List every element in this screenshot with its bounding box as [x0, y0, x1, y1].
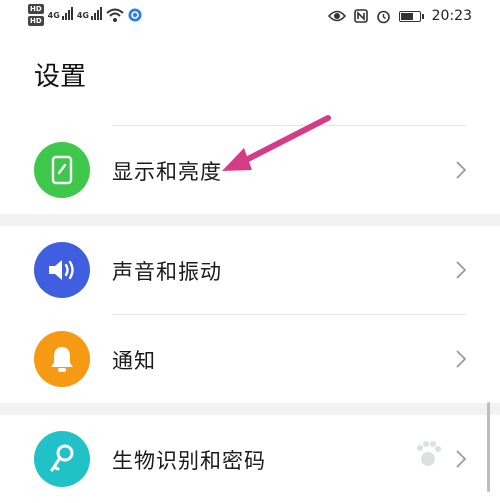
signal-2: 4G	[77, 6, 102, 20]
battery-level	[400, 12, 414, 20]
section-gap	[0, 403, 500, 415]
settings-item-biometrics-icon-circle	[34, 431, 90, 487]
alarm-icon	[376, 10, 390, 23]
network-type-2: 4G	[76, 11, 89, 20]
settings-item-notifications-icon-circle	[34, 331, 90, 387]
settings-item-label: 通知	[112, 349, 156, 373]
nfc-icon	[353, 9, 368, 23]
hd-indicators: HD HD	[28, 4, 44, 26]
chevron-right-icon	[456, 350, 466, 368]
status-right: 20:23	[327, 8, 472, 24]
signal-bars-icon	[61, 6, 73, 20]
page-title: 设置	[34, 62, 87, 92]
wifi-icon	[106, 8, 124, 22]
settings-item-label: 显示和亮度	[112, 160, 222, 184]
phone-brightness-icon	[51, 155, 73, 185]
app-notification-icon	[128, 8, 142, 22]
status-bar: HD HD 4G 4G 20:23	[0, 0, 500, 36]
battery-icon	[398, 10, 424, 22]
status-time: 20:23	[431, 8, 472, 24]
hd-badge-2: HD	[28, 16, 44, 26]
chevron-right-icon	[456, 261, 466, 279]
settings-item-display[interactable]: 显示和亮度	[0, 126, 500, 214]
settings-item-label: 生物识别和密码	[112, 449, 266, 473]
status-left: HD HD 4G 4G	[28, 4, 142, 26]
section-gap	[0, 214, 500, 226]
signal-1: 4G	[48, 6, 73, 20]
signal-bars-icon	[90, 6, 102, 20]
network-type-1: 4G	[47, 11, 60, 20]
scrollbar[interactable]	[487, 402, 490, 492]
settings-item-sound[interactable]: 声音和振动	[0, 226, 500, 314]
settings-item-notifications[interactable]: 通知	[0, 315, 500, 403]
settings-item-sound-icon-circle	[34, 242, 90, 298]
chevron-right-icon	[456, 161, 466, 179]
settings-item-label: 声音和振动	[112, 260, 222, 284]
hd-badge-1: HD	[28, 4, 44, 14]
eye-comfort-icon	[327, 10, 346, 22]
bell-icon	[51, 347, 73, 372]
speaker-icon	[49, 260, 74, 280]
settings-item-display-icon-circle	[34, 142, 90, 198]
key-icon	[50, 444, 74, 472]
watermark-paw-icon	[417, 441, 441, 466]
